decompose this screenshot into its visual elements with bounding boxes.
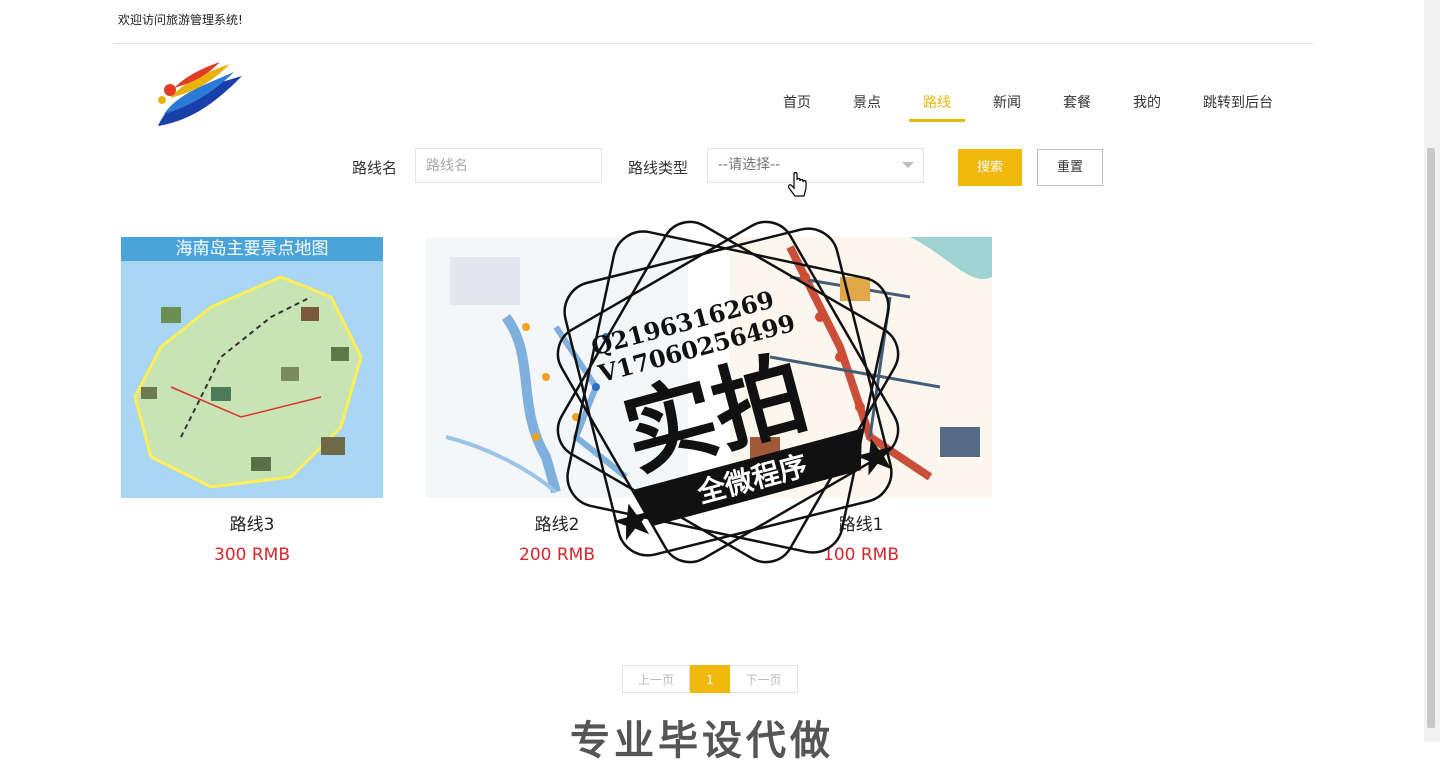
route-type-select[interactable]: --请选择--	[707, 148, 924, 183]
route-type-label: 路线类型	[628, 159, 689, 177]
nav-home[interactable]: 首页	[769, 92, 825, 122]
next-page-button[interactable]: 下一页	[730, 665, 798, 693]
site-logo[interactable]	[150, 58, 246, 134]
reset-button[interactable]: 重置	[1037, 149, 1103, 186]
top-bar: 欢迎访问旅游管理系统!	[0, 0, 1440, 44]
route-name[interactable]: 路线3	[121, 510, 383, 535]
nav-packages[interactable]: 套餐	[1049, 92, 1105, 122]
hainan-map-image: 海南岛主要景点地图	[121, 237, 383, 498]
nav-news[interactable]: 新闻	[979, 92, 1035, 122]
footer-banner-text: 专业毕设代做	[570, 718, 834, 764]
nav-routes[interactable]: 路线	[909, 92, 965, 122]
page-number-button[interactable]: 1	[690, 665, 730, 693]
welcome-text: 欢迎访问旅游管理系统!	[118, 13, 243, 27]
route-name-input[interactable]	[415, 148, 602, 183]
route-name-label: 路线名	[352, 159, 398, 177]
route-image[interactable]: 海南岛主要景点地图	[121, 237, 383, 498]
nav-mine[interactable]: 我的	[1119, 92, 1175, 122]
prev-page-button[interactable]: 上一页	[622, 665, 690, 693]
scrollbar-thumb[interactable]	[1427, 148, 1435, 728]
nav-attractions[interactable]: 景点	[839, 92, 895, 122]
chevron-down-icon	[902, 162, 914, 168]
route-price: 300 RMB	[214, 545, 290, 565]
search-button[interactable]: 搜索	[958, 149, 1022, 186]
main-nav: 首页 景点 路线 新闻 套餐 我的 跳转到后台	[755, 92, 1287, 122]
pagination: 上一页 1 下一页	[622, 665, 798, 693]
search-bar: 路线名 路线类型 --请选择-- 搜索 重置	[0, 148, 1440, 197]
route-type-selected: --请选择--	[718, 157, 781, 173]
map-title: 海南岛主要景点地图	[176, 239, 329, 259]
watermark-stamp: Q2196316269 V17060256499 实拍 全微程序	[556, 220, 900, 564]
hand-cursor-icon	[788, 172, 807, 197]
route-card[interactable]: 海南岛主要景点地图 路线3 300 RMB	[121, 237, 383, 565]
top-divider	[113, 43, 1313, 44]
nav-admin[interactable]: 跳转到后台	[1189, 92, 1287, 122]
